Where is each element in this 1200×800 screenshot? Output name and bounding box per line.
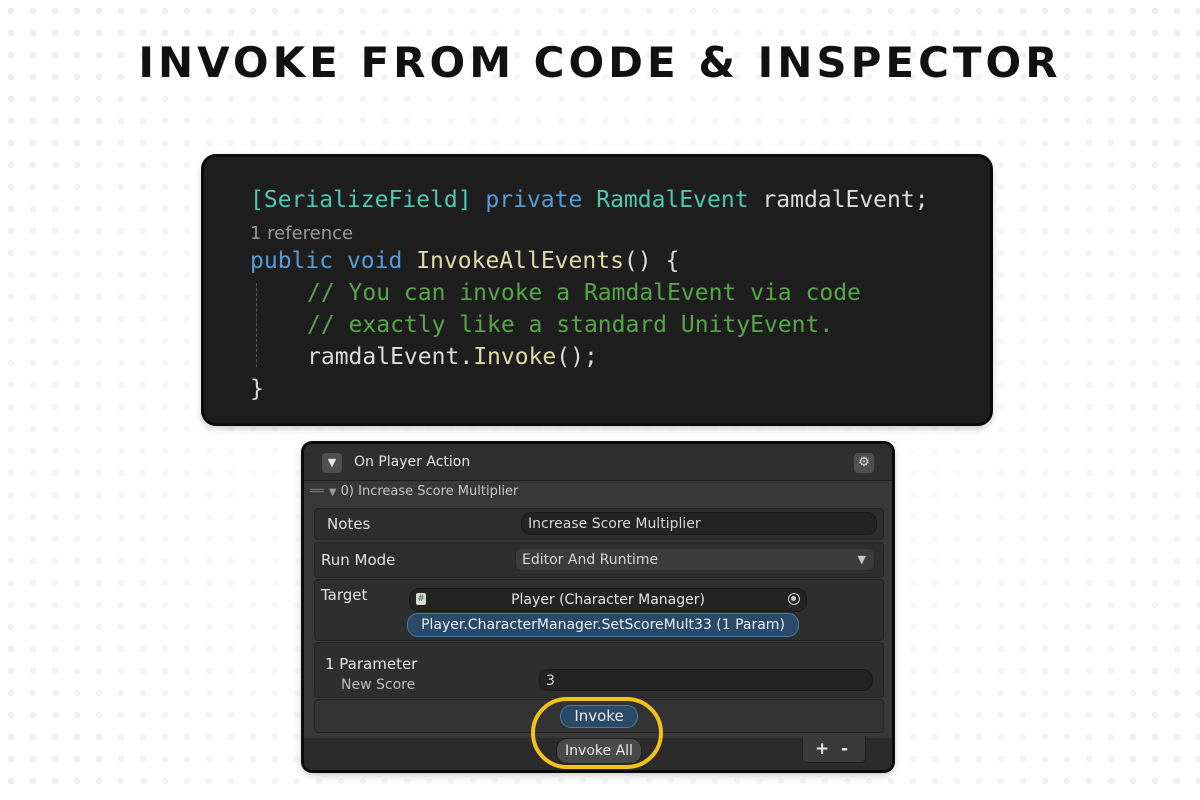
run-mode-dropdown[interactable]: Editor And Runtime ▼ — [515, 548, 875, 571]
object-picker-icon[interactable] — [788, 593, 800, 605]
notes-field[interactable]: Increase Score Multiplier — [521, 512, 877, 535]
code-keyword-public: public — [250, 248, 334, 274]
code-keyword-void: void — [346, 248, 403, 274]
inspector-header: ▼ On Player Action ⚙ — [304, 444, 892, 481]
code-type-name: RamdalEvent — [596, 187, 749, 213]
target-row: Target # Player (Character Manager) Play… — [314, 579, 884, 641]
csharp-script-icon: # — [416, 593, 426, 605]
listener-entry-header[interactable]: ══ ▼ 0) Increase Score Multiplier — [310, 484, 518, 499]
chevron-down-icon[interactable]: ▼ — [329, 487, 337, 498]
code-line-invoke-call: ramdalEvent.Invoke(); — [307, 344, 598, 370]
notes-row: Notes Increase Score Multiplier — [314, 508, 884, 540]
page-title: INVOKE FROM CODE & INSPECTOR — [138, 38, 1062, 87]
code-line-method-signature: public void InvokeAllEvents() { — [250, 248, 679, 274]
run-mode-label: Run Mode — [321, 551, 396, 569]
code-dot: . — [459, 344, 474, 370]
target-label: Target — [321, 586, 368, 604]
code-indent-guide — [256, 283, 257, 367]
add-remove-controls: + - — [802, 736, 866, 763]
triangle-down-icon[interactable]: ▼ — [322, 453, 342, 473]
chevron-down-icon: ▼ — [857, 553, 866, 566]
invoke-highlight-ring — [531, 697, 663, 769]
event-title: On Player Action — [354, 454, 471, 470]
parameters-row: 1 Parameter New Score 3 — [314, 642, 884, 698]
target-object-name: Player (Character Manager) — [511, 592, 705, 608]
gear-icon[interactable]: ⚙ — [854, 453, 874, 473]
code-invoke-method: Invoke — [473, 344, 557, 370]
code-field-name: ramdalEvent; — [762, 187, 929, 213]
add-listener-button[interactable]: + — [815, 739, 829, 759]
code-variable: ramdalEvent — [307, 344, 460, 370]
target-object-field[interactable]: # Player (Character Manager) — [409, 588, 807, 612]
code-call-parens: (); — [556, 344, 598, 370]
code-method-parens: () { — [623, 248, 680, 274]
remove-listener-button[interactable]: - — [841, 739, 848, 759]
code-reference-lens[interactable]: 1 reference — [250, 223, 353, 244]
code-line-field-declaration: [SerializeField] private RamdalEvent ram… — [250, 187, 929, 213]
parameter-name-label: New Score — [341, 677, 416, 693]
run-mode-value: Editor And Runtime — [522, 552, 659, 568]
code-method-name: InvokeAllEvents — [416, 248, 624, 274]
new-score-field[interactable]: 3 — [539, 669, 873, 691]
parameter-count-label: 1 Parameter — [325, 655, 418, 673]
code-comment-1: // You can invoke a RamdalEvent via code — [307, 280, 861, 306]
notes-label: Notes — [327, 515, 371, 533]
listener-entry-title: 0) Increase Score Multiplier — [340, 484, 519, 499]
code-snippet-panel: [SerializeField] private RamdalEvent ram… — [204, 157, 990, 423]
code-comment-2: // exactly like a standard UnityEvent. — [307, 312, 834, 338]
code-keyword: private — [485, 187, 583, 213]
code-closing-brace: } — [250, 376, 264, 402]
drag-handle-icon[interactable]: ══ — [310, 484, 324, 499]
run-mode-row: Run Mode Editor And Runtime ▼ — [314, 542, 884, 578]
target-method-selector[interactable]: Player.CharacterManager.SetScoreMult33 (… — [407, 613, 799, 637]
code-attribute: [SerializeField] — [250, 187, 472, 213]
